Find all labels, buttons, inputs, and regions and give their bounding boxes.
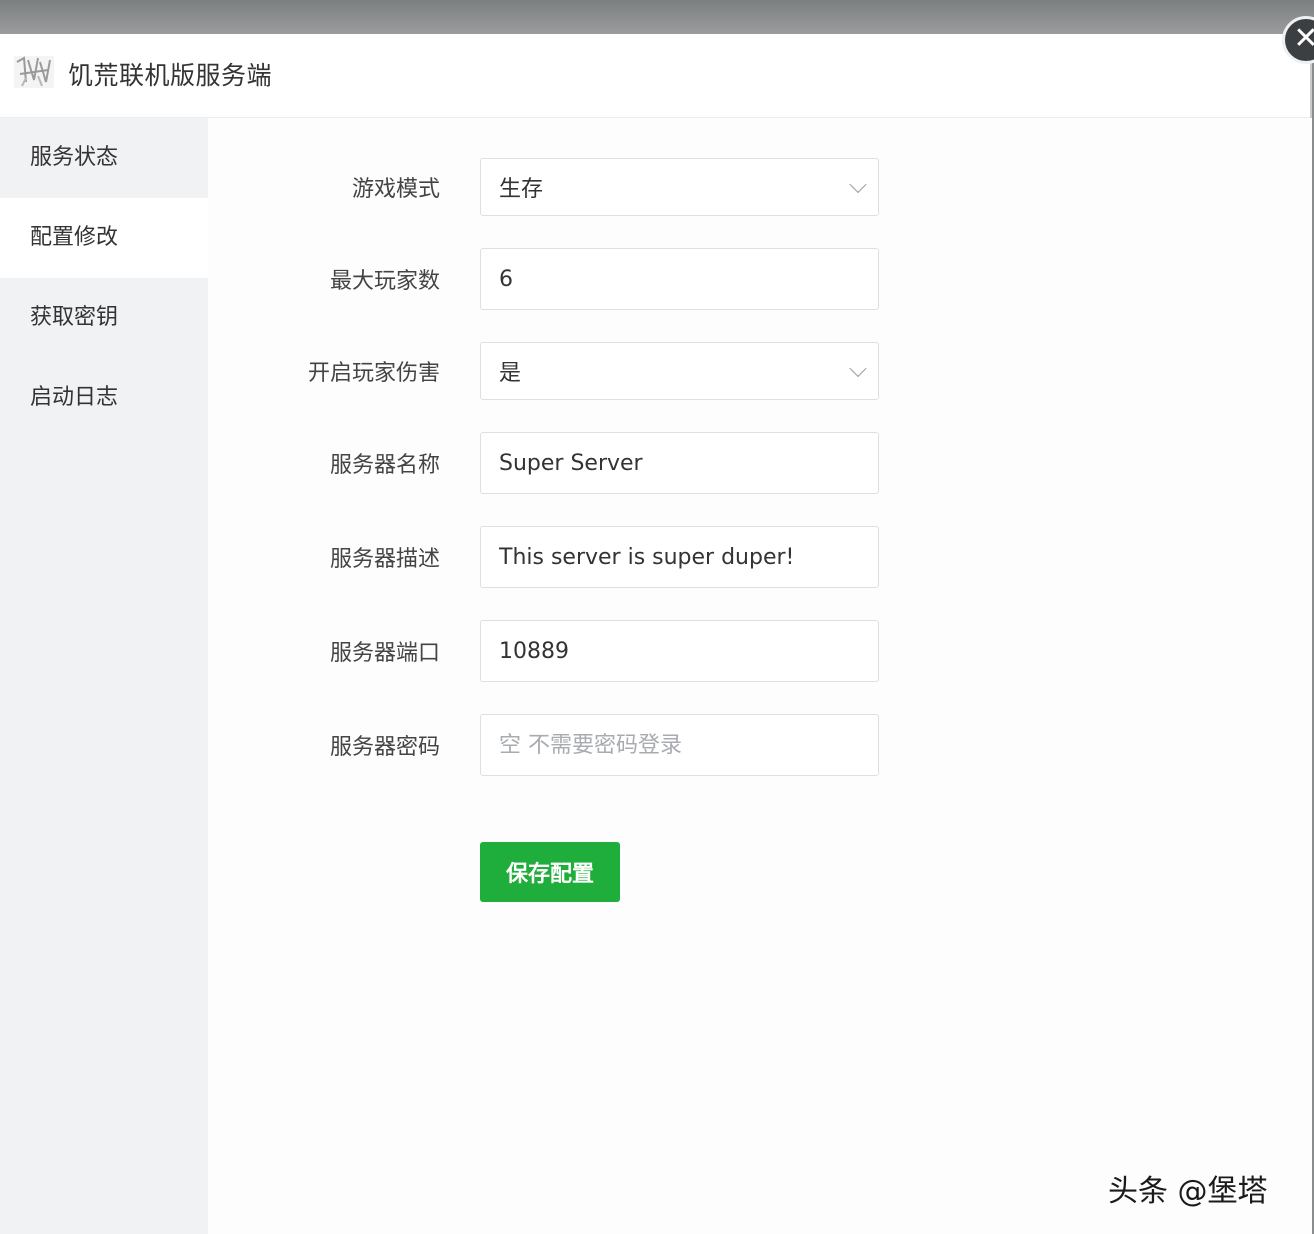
- pvp-label: 开启玩家伤害: [307, 361, 440, 386]
- game-mode-label: 游戏模式: [351, 177, 440, 202]
- watermark: 头条 @堡塔: [1108, 1174, 1268, 1209]
- form-row-server-port: 服务器端口: [208, 620, 888, 682]
- server-name-input[interactable]: [480, 432, 879, 494]
- max-players-input[interactable]: [480, 248, 879, 310]
- server-password-input[interactable]: [480, 714, 879, 776]
- sidebar-item-service-status[interactable]: 服务状态: [0, 118, 208, 198]
- game-mode-select[interactable]: 生存: [480, 158, 879, 216]
- sidebar-item-get-key[interactable]: 获取密钥: [0, 278, 208, 358]
- close-icon: ✕: [1293, 21, 1314, 56]
- max-players-label: 最大玩家数: [329, 269, 440, 294]
- game-mode-value: 生存: [499, 177, 544, 202]
- server-description-input[interactable]: [480, 526, 879, 588]
- pvp-select[interactable]: 是: [480, 342, 879, 400]
- chevron-down-icon: [849, 360, 867, 378]
- form-row-server-description: 服务器描述: [208, 526, 888, 588]
- app-title: 饥荒联机版服务端: [68, 61, 273, 90]
- form-row-server-name: 服务器名称: [208, 432, 888, 494]
- app-logo-icon: [14, 56, 54, 88]
- server-window: 饥荒联机版服务端 ✕ 服务状态 配置修改 获取密钥 启动日志 游戏模式 生存 最…: [0, 16, 1314, 1234]
- pvp-value: 是: [499, 361, 522, 386]
- sidebar: 服务状态 配置修改 获取密钥 启动日志: [0, 118, 208, 1234]
- title-bar: 饥荒联机版服务端: [0, 34, 1310, 118]
- save-config-button[interactable]: 保存配置: [480, 842, 620, 902]
- form-row-max-players: 最大玩家数: [208, 248, 888, 310]
- chevron-down-icon: [849, 176, 867, 194]
- form-row-pvp: 开启玩家伤害 是: [208, 342, 888, 400]
- background-window-strip: [0, 0, 1314, 34]
- sidebar-item-config-edit[interactable]: 配置修改: [0, 198, 208, 278]
- server-port-input[interactable]: [480, 620, 879, 682]
- server-name-label: 服务器名称: [329, 453, 440, 478]
- form-row-game-mode: 游戏模式 生存: [208, 158, 888, 216]
- config-form: 游戏模式 生存 最大玩家数 开启玩家伤害 是 服务器名称 服务器描述: [208, 118, 1312, 1234]
- server-description-label: 服务器描述: [329, 547, 440, 572]
- sidebar-item-startup-log[interactable]: 启动日志: [0, 358, 208, 438]
- server-port-label: 服务器端口: [329, 641, 440, 666]
- form-row-server-password: 服务器密码: [208, 714, 888, 776]
- server-password-label: 服务器密码: [329, 735, 440, 760]
